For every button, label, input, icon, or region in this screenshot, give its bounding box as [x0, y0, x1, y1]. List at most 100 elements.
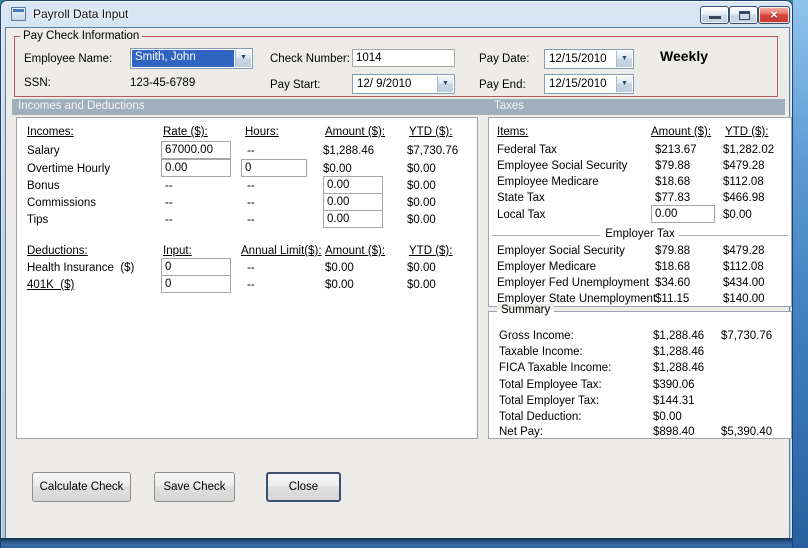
pay-start-dropdown-icon[interactable]: ▼ — [437, 76, 453, 92]
employee-name-dropdown-icon[interactable]: ▼ — [235, 50, 251, 67]
summary-row-amount: $1,288.46 — [653, 346, 705, 358]
salary-amount-value: $1,288.46 — [323, 145, 375, 157]
health-insurance-input[interactable] — [161, 258, 231, 276]
hours-col-header: Hours: — [245, 126, 279, 138]
k401-ytd-value: $0.00 — [407, 279, 436, 291]
summary-row-label: Net Pay: — [499, 426, 544, 438]
save-check-button[interactable]: Save Check — [154, 472, 235, 502]
window-bottom-frame — [1, 538, 792, 548]
titlebar[interactable]: Payroll Data Input × — [1, 1, 792, 27]
summary-row-amount: $1,288.46 — [653, 362, 705, 374]
tax-row-ytd: $0.00 — [723, 209, 752, 221]
summary-row-amount: $390.06 — [653, 379, 695, 391]
income-row-label: Bonus — [27, 180, 60, 192]
summary-group-label: Summary — [497, 304, 555, 316]
pay-end-dropdown-icon[interactable]: ▼ — [616, 76, 632, 92]
close-window-button[interactable]: × — [758, 6, 790, 24]
tax-row-label: Employer Social Security — [497, 245, 625, 257]
tax-row-label: Federal Tax — [497, 144, 557, 156]
tax-row-label: Employee Medicare — [497, 176, 599, 188]
tax-row-ytd: $479.28 — [723, 245, 765, 257]
tax-row-amount: $79.88 — [655, 245, 691, 257]
health-insurance-amount-value: $0.00 — [325, 262, 354, 274]
deduction-ytd-col-header: YTD ($): — [409, 245, 453, 257]
summary-row-label: Total Deduction: — [499, 411, 582, 423]
tax-row-ytd: $434.00 — [723, 277, 765, 289]
desktop: Payroll Data Input × Pay Check Informati… — [0, 0, 808, 548]
pay-date-label: Pay Date: — [479, 53, 530, 65]
summary-row-amount: $898.40 — [653, 426, 695, 438]
employee-name-value: Smith, John — [132, 50, 234, 67]
calculate-check-button[interactable]: Calculate Check — [32, 472, 131, 502]
tax-row-ytd: $112.08 — [723, 261, 764, 273]
deduction-401k-link[interactable]: 401K ($) — [27, 278, 74, 292]
amount-col-header: Amount ($): — [325, 126, 386, 138]
tax-row-label: Local Tax — [497, 209, 546, 221]
check-number-label: Check Number: — [270, 53, 350, 65]
bonus-amount-input[interactable] — [323, 176, 383, 194]
pay-start-value: 12/ 9/2010 — [357, 78, 412, 90]
k401-amount-value: $0.00 — [325, 279, 354, 291]
health-insurance-ytd-value: $0.00 — [407, 262, 436, 274]
client-area: Pay Check Information Employee Name: Smi… — [5, 27, 792, 539]
income-row-label: Commissions — [27, 197, 97, 209]
incomes-band-label: Incomes and Deductions — [18, 100, 145, 112]
minimize-button[interactable] — [700, 6, 729, 24]
income-row-label: Salary — [27, 145, 60, 157]
ytd-col-header: YTD ($): — [409, 126, 453, 138]
pay-date-value: 12/15/2010 — [549, 53, 607, 65]
tax-row-amount: $77.83 — [655, 192, 691, 204]
commissions-hours-value: -- — [247, 197, 255, 209]
bonus-ytd-value: $0.00 — [407, 180, 436, 192]
tax-amount-col-header: Amount ($): — [651, 126, 712, 138]
overtime-hours-input[interactable] — [241, 159, 307, 177]
tax-row-amount: $79.88 — [655, 160, 691, 172]
pay-end-select[interactable]: 12/15/2010 ▼ — [544, 74, 634, 94]
summary-row-ytd: $5,390.40 — [721, 426, 773, 438]
rate-col-header: Rate ($): — [163, 126, 208, 138]
income-row-label: Overtime Hourly — [27, 163, 111, 175]
tax-row-ytd: $479.28 — [723, 160, 765, 172]
deduction-amount-col-header: Amount ($): — [325, 245, 386, 257]
tips-amount-input[interactable] — [323, 210, 383, 228]
tax-row-ytd: $140.00 — [723, 293, 765, 305]
deduction-row-label: Health Insurance ($) — [27, 262, 135, 274]
overtime-ytd-value: $0.00 — [407, 163, 436, 175]
k401-input[interactable] — [161, 275, 231, 293]
incomes-col-header: Incomes: — [27, 126, 74, 138]
check-number-input[interactable] — [352, 49, 455, 67]
bonus-hours-value: -- — [247, 180, 255, 192]
maximize-button[interactable] — [729, 6, 758, 24]
close-icon: × — [770, 7, 778, 22]
ssn-value: 123-45-6789 — [130, 77, 196, 89]
pay-end-value: 12/15/2010 — [549, 78, 607, 90]
local-tax-input[interactable] — [651, 205, 715, 223]
taxes-panel: Items: Amount ($): YTD ($): Federal Tax … — [488, 117, 792, 307]
tax-ytd-col-header: YTD ($): — [725, 126, 769, 138]
salary-rate-input[interactable] — [161, 141, 231, 159]
summary-row-label: Total Employer Tax: — [499, 395, 600, 407]
summary-row-amount: $144.31 — [653, 395, 695, 407]
tips-ytd-value: $0.00 — [407, 214, 436, 226]
tax-items-col-header: Items: — [497, 126, 529, 138]
commissions-ytd-value: $0.00 — [407, 197, 436, 209]
tax-row-amount: $11.15 — [655, 293, 690, 305]
employee-name-select[interactable]: Smith, John ▼ — [130, 48, 253, 69]
pay-start-select[interactable]: 12/ 9/2010 ▼ — [352, 74, 455, 94]
tax-row-ytd: $466.98 — [723, 192, 765, 204]
ssn-label: SSN: — [24, 77, 51, 89]
overtime-rate-input[interactable] — [161, 159, 231, 177]
tips-rate-value: -- — [165, 214, 173, 226]
summary-row-amount: $0.00 — [653, 411, 682, 423]
tax-row-amount: $213.67 — [655, 144, 697, 156]
summary-row-amount: $1,288.46 — [653, 330, 705, 342]
summary-row-label: Gross Income: — [499, 330, 574, 342]
pay-date-select[interactable]: 12/15/2010 ▼ — [544, 49, 634, 69]
pay-frequency-label: Weekly — [660, 48, 708, 64]
annual-limit-col-header: Annual Limit($): — [241, 245, 322, 257]
salary-ytd-value: $7,730.76 — [407, 145, 459, 157]
close-button[interactable]: Close — [266, 472, 341, 502]
commissions-amount-input[interactable] — [323, 193, 383, 211]
pay-date-dropdown-icon[interactable]: ▼ — [616, 51, 632, 67]
k401-limit-value: -- — [247, 279, 255, 291]
